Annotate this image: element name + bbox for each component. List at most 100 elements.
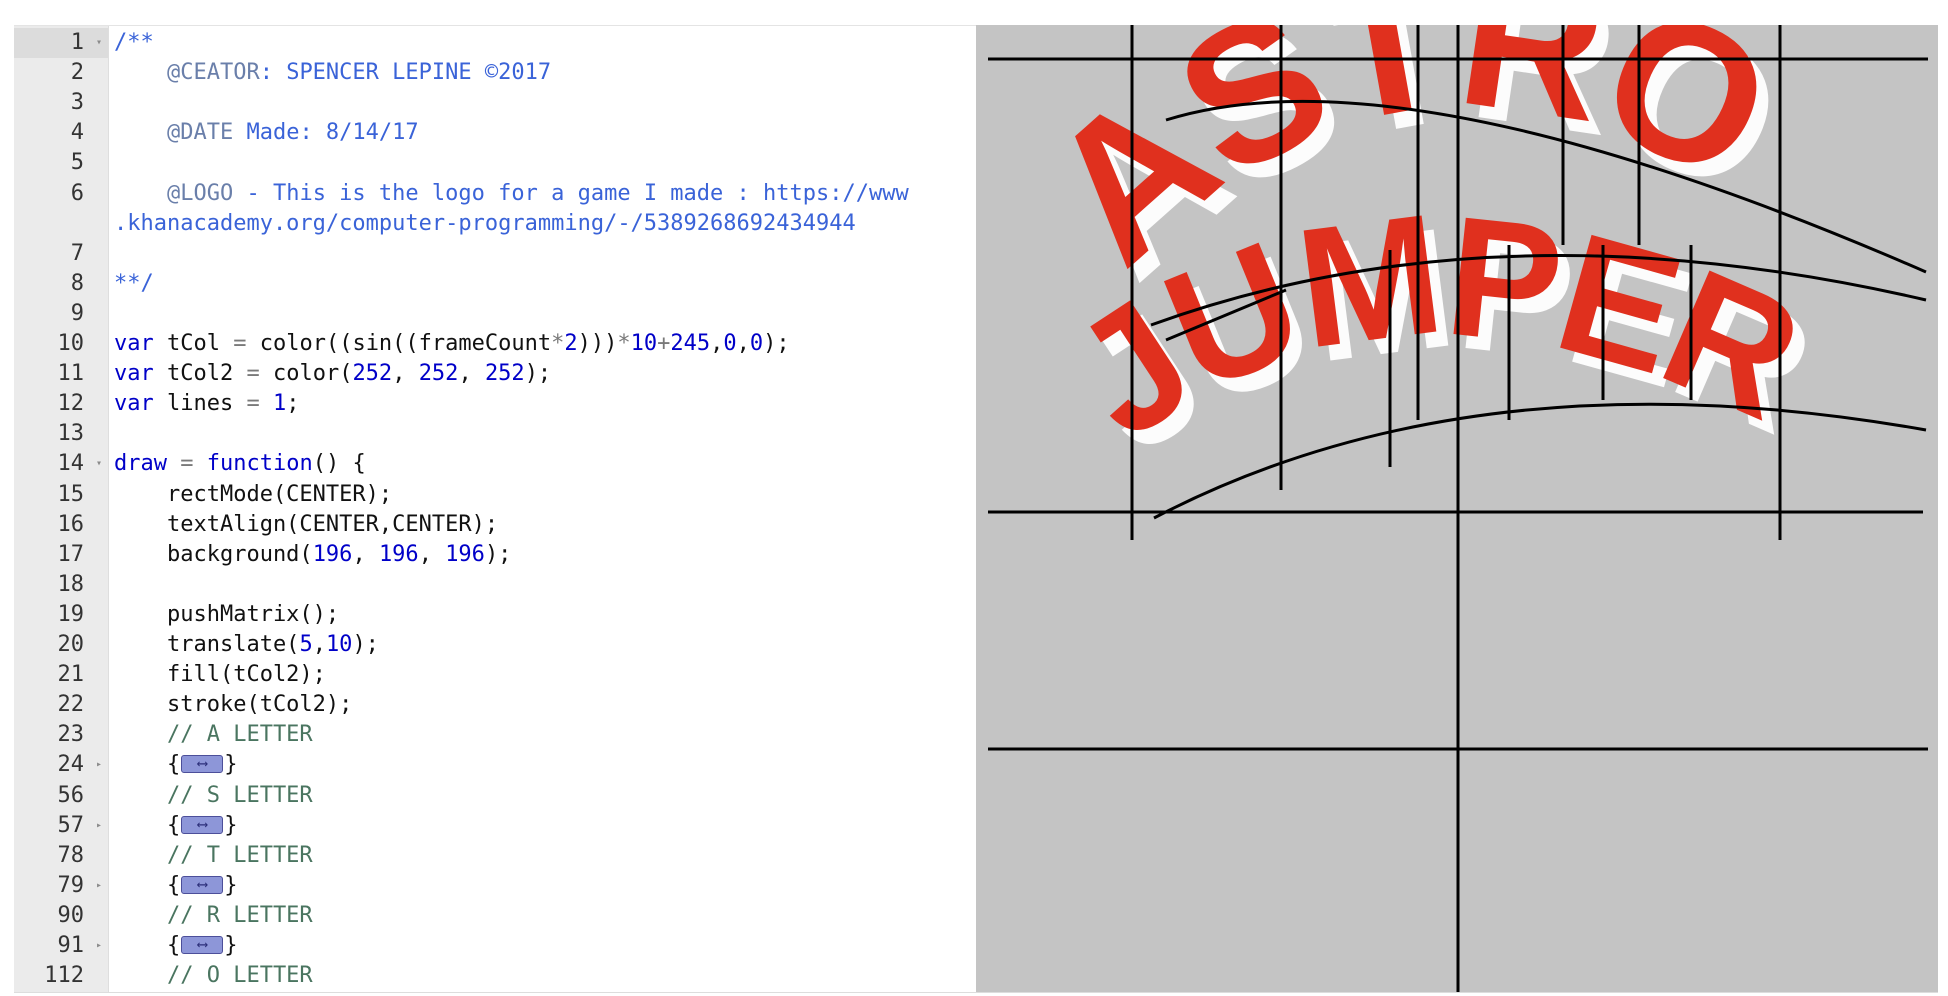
code-token-comment: **/ xyxy=(114,270,154,296)
code-area[interactable]: /** @CEATOR: SPENCER LEPINE ©2017 @DATE … xyxy=(114,26,968,993)
code-line[interactable]: rectMode(CENTER); xyxy=(114,480,392,510)
gutter-line xyxy=(14,209,108,239)
gutter-line: 20 xyxy=(14,630,108,660)
line-number-gutter: 1 ▾ 2 3 4 5 6 7 8 9 10 11 12 13 14 ▾ 15 16 17 18 19 20 21 22 23 2… xyxy=(14,26,109,993)
code-token-operator: = xyxy=(233,331,247,356)
code-line[interactable]: textAlign(CENTER,CENTER); xyxy=(114,510,498,540)
line-number: 1 xyxy=(70,30,84,55)
code-line[interactable]: // R LETTER xyxy=(114,901,313,931)
code-line[interactable]: fill(tCol2); xyxy=(114,660,326,690)
line-number: 15 xyxy=(57,481,85,507)
output-canvas[interactable]: ASTRO ASTRO JUMPER JUMPER xyxy=(976,25,1938,992)
code-token-number: 196 xyxy=(445,541,485,567)
gutter-line: 56 xyxy=(14,781,108,811)
code-line[interactable]: stroke(tCol2); xyxy=(114,690,352,720)
code-token-text: } xyxy=(224,872,238,898)
code-token-operator: * xyxy=(617,331,631,356)
code-token-operator: * xyxy=(551,331,565,356)
gutter-line: 19 xyxy=(14,600,108,630)
gutter-line: 13 xyxy=(14,419,108,449)
folded-code-widget[interactable] xyxy=(181,929,224,959)
code-line[interactable]: {} xyxy=(114,929,238,961)
code-line[interactable]: {} xyxy=(114,748,238,780)
line-number: 19 xyxy=(57,601,85,627)
gutter-line: 9 xyxy=(14,299,108,329)
code-token-text: { xyxy=(114,872,181,898)
gutter-line: 11 xyxy=(14,359,108,389)
code-token-line-comment: // R LETTER xyxy=(114,902,313,928)
code-token-operator: = xyxy=(180,451,194,477)
code-line[interactable]: // A LETTER xyxy=(114,720,313,750)
code-line[interactable]: **/ xyxy=(114,269,154,299)
code-line[interactable]: @DATE Made: 8/14/17 xyxy=(114,118,419,148)
gutter-line: 91 ▸ xyxy=(14,931,108,961)
line-number: 112 xyxy=(44,963,84,989)
canvas-svg[interactable]: ASTRO ASTRO JUMPER JUMPER xyxy=(976,25,1938,992)
code-token-number: 196 xyxy=(378,541,419,567)
code-token-comment: /** xyxy=(114,30,154,55)
code-token-text: rectMode(CENTER); xyxy=(114,481,393,507)
line-number: 3 xyxy=(70,90,84,116)
gutter-line: 78 xyxy=(14,841,108,871)
code-token-comment: Made: 8/14/17 xyxy=(233,120,419,146)
code-token-line-comment: // A LETTER xyxy=(114,722,313,748)
line-number: 22 xyxy=(57,692,85,718)
line-number: 56 xyxy=(57,782,85,808)
code-line[interactable]: @CEATOR: SPENCER LEPINE ©2017 xyxy=(114,58,551,88)
code-token-number: 10 xyxy=(630,331,658,356)
code-token-text: { xyxy=(114,812,181,838)
line-number: 18 xyxy=(57,571,85,597)
code-line[interactable]: // O LETTER xyxy=(114,961,313,991)
code-token-text: , xyxy=(736,331,750,356)
line-number: 57 xyxy=(57,812,85,838)
fold-open-icon[interactable]: ▾ xyxy=(96,449,102,479)
gutter-line: 24 ▸ xyxy=(14,750,108,780)
code-token-text: ); xyxy=(484,541,512,567)
fold-closed-icon[interactable]: ▸ xyxy=(96,811,102,841)
code-token-text: stroke(tCol2); xyxy=(114,692,353,718)
code-token-operator: = xyxy=(246,391,260,417)
line-number: 11 xyxy=(57,361,85,387)
code-line[interactable]: var lines = 1; xyxy=(114,389,299,419)
code-line[interactable]: draw = function() { xyxy=(114,449,366,479)
code-line[interactable]: pushMatrix(); xyxy=(114,600,339,630)
folded-code-widget[interactable] xyxy=(181,809,224,839)
code-token-text: tCol xyxy=(153,331,234,356)
folded-code-widget[interactable] xyxy=(181,869,224,899)
code-token-text: , xyxy=(392,361,419,387)
code-token-number: 0 xyxy=(749,331,764,356)
code-token-number: 245 xyxy=(670,331,711,356)
code-editor[interactable]: 1 ▾ 2 3 4 5 6 7 8 9 10 11 12 13 14 ▾ 15 16 17 18 19 20 21 22 23 2… xyxy=(14,25,976,993)
code-line[interactable]: .khanacademy.org/computer-programming/-/… xyxy=(114,209,856,239)
code-token-keyword: draw xyxy=(114,451,167,477)
code-line[interactable]: var tCol = color((sin((frameCount*2)))*1… xyxy=(114,329,790,359)
code-line[interactable]: background(196, 196, 196); xyxy=(114,540,511,570)
code-line[interactable]: {} xyxy=(114,869,238,901)
code-token-text: , xyxy=(352,541,379,567)
gutter-line: 2 xyxy=(14,58,108,88)
gutter-line: 79 ▸ xyxy=(14,871,108,901)
gutter-line: 23 xyxy=(14,720,108,750)
code-line[interactable]: // T LETTER xyxy=(114,841,313,871)
fold-open-icon[interactable]: ▾ xyxy=(96,28,102,58)
line-number: 4 xyxy=(70,120,84,146)
code-token-text: , xyxy=(458,361,485,387)
fold-closed-icon[interactable]: ▸ xyxy=(96,871,102,901)
code-token-number: 5 xyxy=(299,632,313,657)
code-line[interactable]: /** xyxy=(114,28,154,58)
code-line[interactable]: {} xyxy=(114,809,238,841)
code-token-number: 252 xyxy=(484,361,525,387)
code-token-text: , xyxy=(312,632,326,657)
fold-closed-icon[interactable]: ▸ xyxy=(96,931,102,961)
code-line[interactable]: // S LETTER xyxy=(114,781,313,811)
folded-code-widget[interactable] xyxy=(181,748,224,778)
code-token-text: textAlign(CENTER,CENTER); xyxy=(114,511,499,537)
code-line[interactable]: translate(5,10); xyxy=(114,630,379,660)
gutter-line: 112 xyxy=(14,961,108,991)
code-token-operator: = xyxy=(246,361,260,387)
fold-closed-icon[interactable]: ▸ xyxy=(96,750,102,780)
code-line[interactable]: var tCol2 = color(252, 252, 252); xyxy=(114,359,551,389)
gutter-line: 15 xyxy=(14,480,108,510)
code-line[interactable]: @LOGO - This is the logo for a game I ma… xyxy=(114,179,909,209)
